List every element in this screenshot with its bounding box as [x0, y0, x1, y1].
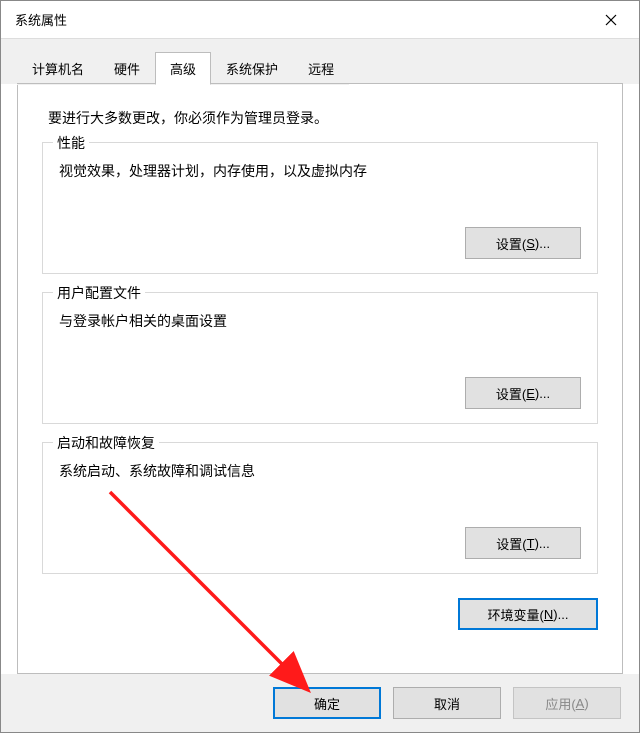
- tabstrip: 计算机名 硬件 高级 系统保护 远程: [1, 39, 639, 84]
- performance-desc: 视觉效果，处理器计划，内存使用，以及虚拟内存: [59, 161, 581, 181]
- close-icon: [605, 14, 617, 26]
- tab-computer-name[interactable]: 计算机名: [17, 52, 99, 85]
- apply-button[interactable]: 应用(A): [513, 687, 621, 719]
- cancel-button[interactable]: 取消: [393, 687, 501, 719]
- user-profiles-legend: 用户配置文件: [53, 283, 145, 303]
- close-button[interactable]: [593, 6, 629, 34]
- ok-button[interactable]: 确定: [273, 687, 381, 719]
- startup-recovery-legend: 启动和故障恢复: [53, 433, 159, 453]
- tab-content-advanced: 要进行大多数更改，你必须作为管理员登录。 性能 视觉效果，处理器计划，内存使用，…: [17, 84, 623, 674]
- system-properties-window: 系统属性 计算机名 硬件 高级 系统保护 远程 要进行大多数更改，你必须作为管理…: [0, 0, 640, 733]
- tab-hardware[interactable]: 硬件: [99, 52, 155, 85]
- startup-recovery-group: 启动和故障恢复 系统启动、系统故障和调试信息 设置(T)...: [42, 442, 598, 574]
- startup-recovery-desc: 系统启动、系统故障和调试信息: [59, 461, 581, 481]
- performance-legend: 性能: [53, 133, 89, 153]
- startup-recovery-settings-button[interactable]: 设置(T)...: [465, 527, 581, 559]
- dialog-footer: 确定 取消 应用(A): [1, 674, 639, 732]
- environment-variables-button[interactable]: 环境变量(N)...: [458, 598, 598, 630]
- window-title: 系统属性: [15, 10, 593, 29]
- tab-advanced[interactable]: 高级: [155, 52, 211, 85]
- titlebar: 系统属性: [1, 1, 639, 39]
- user-profiles-settings-button[interactable]: 设置(E)...: [465, 377, 581, 409]
- environment-variables-row: 环境变量(N)...: [42, 598, 598, 630]
- admin-notice: 要进行大多数更改，你必须作为管理员登录。: [48, 108, 598, 128]
- tab-system-protection[interactable]: 系统保护: [211, 52, 293, 85]
- user-profiles-group: 用户配置文件 与登录帐户相关的桌面设置 设置(E)...: [42, 292, 598, 424]
- tabstrip-divider: [17, 83, 623, 84]
- performance-settings-button[interactable]: 设置(S)...: [465, 227, 581, 259]
- user-profiles-desc: 与登录帐户相关的桌面设置: [59, 311, 581, 331]
- performance-group: 性能 视觉效果，处理器计划，内存使用，以及虚拟内存 设置(S)...: [42, 142, 598, 274]
- tab-remote[interactable]: 远程: [293, 52, 349, 85]
